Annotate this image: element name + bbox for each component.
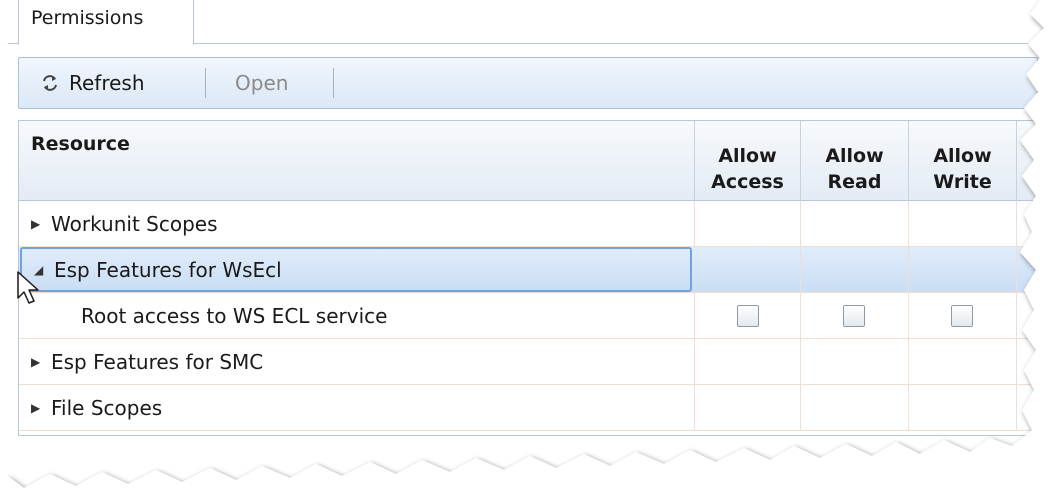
allow-access-cell: [695, 385, 801, 430]
allow-read-cell: [801, 293, 909, 338]
toolbar: Refresh Open: [18, 57, 1038, 109]
allow-write-cell: [909, 385, 1017, 430]
allow-access-cell: [695, 201, 801, 246]
tree-row-selected[interactable]: ◢ Esp Features for WsEcl: [19, 247, 1039, 293]
column-header-allow-access[interactable]: Allow Access: [695, 121, 801, 201]
filler-cell: [1017, 247, 1039, 292]
filler-cell: [1017, 293, 1039, 338]
triangle-right-icon[interactable]: ▶: [31, 217, 45, 231]
resource-cell: ▶ File Scopes: [19, 385, 695, 430]
toolbar-divider: [205, 68, 206, 98]
filler-cell: [1017, 201, 1039, 246]
column-header-resource[interactable]: Resource: [19, 121, 695, 201]
header-line: Read: [827, 171, 882, 193]
allow-write-checkbox[interactable]: [951, 305, 973, 327]
allow-access-cell: [695, 293, 801, 338]
row-label: Workunit Scopes: [51, 211, 218, 236]
allow-read-cell: [801, 339, 909, 384]
toolbar-divider: [333, 68, 334, 98]
allow-read-cell: [801, 201, 909, 246]
header-line: Allow: [718, 145, 777, 167]
permissions-grid: Resource Allow Access Allow Read Allow W…: [18, 120, 1039, 436]
allow-write-cell: [909, 293, 1017, 338]
allow-access-cell: [695, 339, 801, 384]
allow-read-checkbox[interactable]: [843, 305, 865, 327]
tree-row[interactable]: ▶ Workunit Scopes: [19, 201, 1039, 247]
resource-cell: Root access to WS ECL service: [19, 293, 695, 338]
allow-access-cell: [695, 247, 801, 292]
column-header-allow-write[interactable]: Allow Write: [909, 121, 1017, 201]
open-button[interactable]: Open: [235, 58, 288, 108]
header-line: Allow: [933, 145, 992, 167]
tree-row[interactable]: ▶ File Scopes: [19, 385, 1039, 431]
open-label: Open: [235, 71, 289, 95]
grid-header: Resource Allow Access Allow Read Allow W…: [19, 121, 1039, 201]
header-line: Access: [711, 171, 784, 193]
resource-cell: ▶ Workunit Scopes: [19, 201, 695, 246]
allow-write-cell: [909, 247, 1017, 292]
header-line: Write: [933, 171, 992, 193]
resource-cell: ◢ Esp Features for WsEcl: [20, 247, 692, 292]
tab-permissions[interactable]: Permissions: [18, 0, 194, 45]
tree-row[interactable]: Root access to WS ECL service: [19, 293, 1039, 339]
row-label: Esp Features for SMC: [51, 349, 264, 374]
row-label: File Scopes: [51, 395, 163, 420]
filler-cell: [1017, 385, 1039, 430]
triangle-right-icon[interactable]: ▶: [31, 401, 45, 415]
refresh-icon: [43, 75, 57, 91]
allow-access-checkbox[interactable]: [737, 305, 759, 327]
permissions-panel: Permissions Refresh Open Resource Allow …: [0, 0, 1058, 502]
allow-write-cell: [909, 201, 1017, 246]
filler-cell: [1017, 339, 1039, 384]
allow-write-cell: [909, 339, 1017, 384]
tree-row[interactable]: ▶ Esp Features for SMC: [19, 339, 1039, 385]
refresh-button[interactable]: Refresh: [41, 58, 145, 108]
triangle-right-icon[interactable]: ▶: [31, 355, 45, 369]
row-label: Root access to WS ECL service: [81, 303, 388, 328]
tab-strip: Permissions: [8, 0, 1048, 45]
refresh-label: Refresh: [69, 71, 145, 95]
header-line: Allow: [825, 145, 884, 167]
allow-read-cell: [801, 385, 909, 430]
row-label: Esp Features for WsEcl: [54, 257, 282, 282]
resource-cell: ▶ Esp Features for SMC: [19, 339, 695, 384]
column-header-filler: [1017, 121, 1039, 201]
mouse-pointer-icon: [17, 271, 39, 304]
column-header-allow-read[interactable]: Allow Read: [801, 121, 909, 201]
allow-read-cell: [801, 247, 909, 292]
